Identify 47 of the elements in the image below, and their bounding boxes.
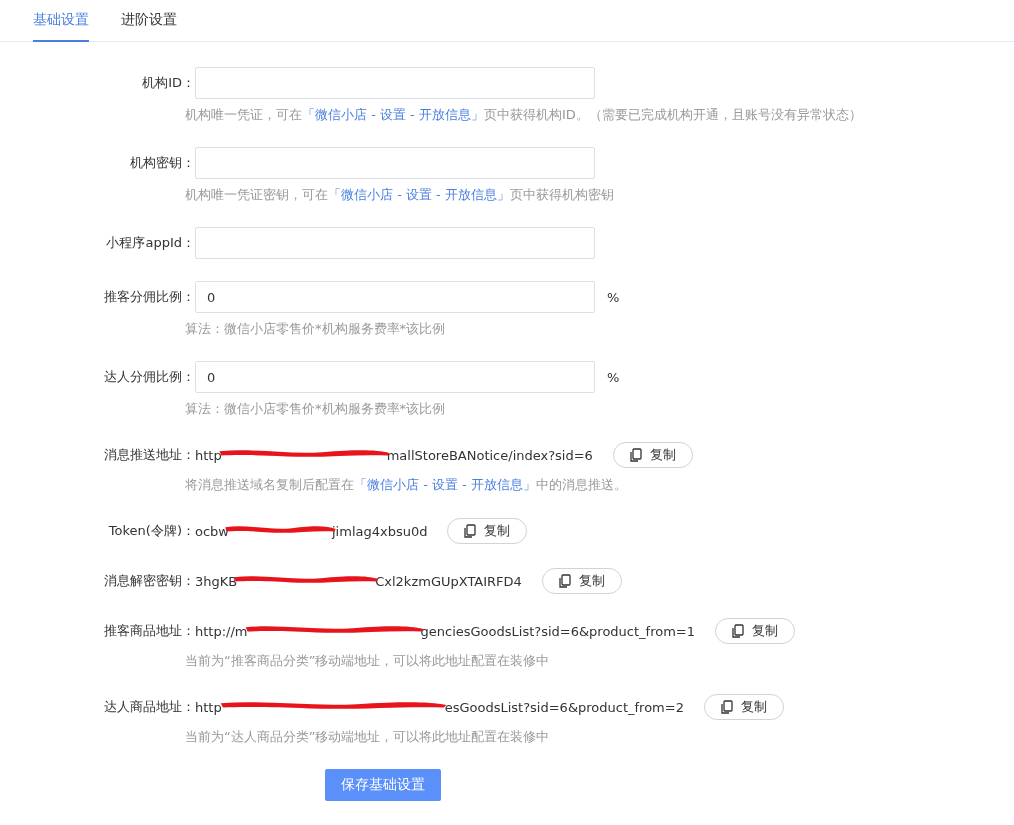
hint-text: 算法：微信小店零售价*机构服务费率*该比例 bbox=[185, 320, 446, 338]
hint-text: 算法：微信小店零售价*机构服务费率*该比例 bbox=[185, 400, 446, 418]
copy-button[interactable]: 复制 bbox=[541, 568, 622, 594]
link[interactable]: 「微信小店 - 设置 - 开放信息」 bbox=[328, 187, 510, 202]
value-text: Cxl2kzmGUpXTAIRFD4 bbox=[375, 573, 522, 589]
input-field[interactable]: 0 bbox=[195, 281, 595, 313]
field-label: 达人分佣比例： bbox=[103, 368, 195, 386]
field-label: 推客分佣比例： bbox=[103, 288, 195, 306]
value-text: mallStoreBANotice/index?sid=6 bbox=[386, 447, 593, 463]
field-label: 机构ID： bbox=[141, 74, 195, 92]
input-field[interactable] bbox=[195, 67, 595, 99]
copy-icon bbox=[558, 574, 571, 588]
link[interactable]: 「微信小店 - 设置 - 开放信息」 bbox=[354, 477, 536, 492]
copy-icon bbox=[720, 700, 733, 714]
hint-text: 当前为“推客商品分类”移动端地址，可以将此地址配置在装修中 bbox=[185, 652, 551, 670]
tab[interactable]: 进阶设置 bbox=[121, 0, 177, 42]
value-text: http://m bbox=[195, 623, 248, 639]
value-text: http bbox=[195, 699, 222, 715]
copy-icon bbox=[732, 624, 744, 638]
field-label: 机构密钥： bbox=[129, 154, 195, 172]
hint-text: 将消息推送域名复制后配置在「微信小店 - 设置 - 开放信息」中的消息推送。 bbox=[185, 476, 628, 494]
value-text: ocbw bbox=[195, 523, 229, 539]
input-field[interactable]: 0 bbox=[195, 361, 595, 393]
value-text: esGoodsList?sid=6&product_from=2 bbox=[444, 699, 684, 715]
tab[interactable]: 基础设置 bbox=[33, 0, 89, 42]
value-text: jimlag4xbsu0d bbox=[332, 523, 428, 539]
value-text: genciesGoodsList?sid=6&product_from=1 bbox=[420, 623, 695, 639]
field-label: 推客商品地址： bbox=[103, 622, 195, 640]
field-label: Token(令牌)： bbox=[107, 522, 195, 540]
field-label: 小程序appId： bbox=[105, 234, 195, 252]
copy-button[interactable]: 复制 bbox=[612, 442, 693, 468]
field-label: 消息推送地址： bbox=[103, 446, 195, 464]
unit-label: % bbox=[607, 369, 620, 385]
copy-icon bbox=[629, 448, 642, 462]
unit-label: % bbox=[607, 289, 620, 305]
field-label: 消息解密密钥： bbox=[103, 572, 195, 590]
link[interactable]: 「微信小店 - 设置 - 开放信息」 bbox=[302, 107, 484, 122]
copy-button[interactable]: 复制 bbox=[447, 518, 528, 544]
hint-text: 当前为“达人商品分类”移动端地址，可以将此地址配置在装修中 bbox=[185, 728, 551, 746]
copy-button[interactable]: 复制 bbox=[703, 694, 784, 720]
value-text: http bbox=[195, 447, 222, 463]
copy-icon bbox=[464, 524, 477, 538]
input-field[interactable] bbox=[195, 147, 595, 179]
copy-button[interactable]: 复制 bbox=[715, 618, 795, 644]
field-label: 达人商品地址： bbox=[103, 698, 195, 716]
value-text: 3hgKB bbox=[195, 573, 238, 589]
input-field[interactable] bbox=[195, 227, 595, 259]
